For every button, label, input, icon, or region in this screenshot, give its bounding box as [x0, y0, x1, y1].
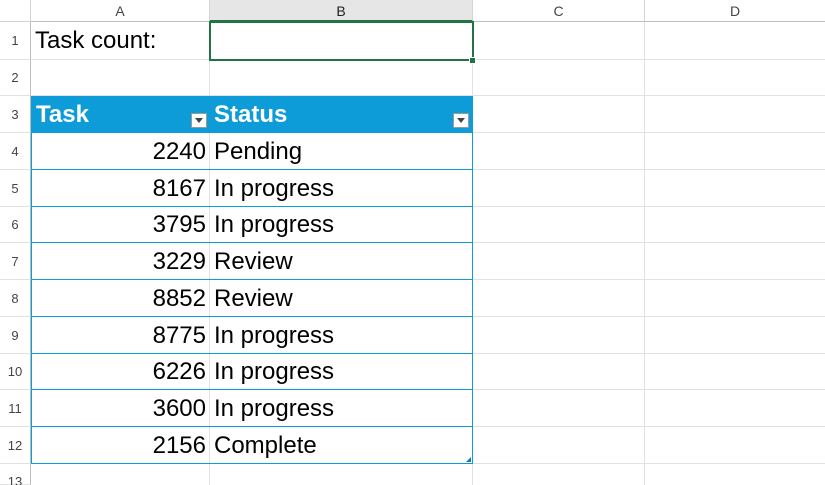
table-cell-status[interactable]: Complete	[210, 427, 472, 464]
table-cell-status[interactable]: In progress	[210, 207, 472, 243]
table-cell-task[interactable]: 8775	[32, 317, 210, 354]
spreadsheet: A B C D 1 2 3 4 5 6 7 8 9 10 11 12 13 Ta…	[0, 0, 825, 485]
column-header-d[interactable]: D	[645, 0, 825, 22]
row-header-8[interactable]: 8	[0, 280, 31, 317]
table-cell-status[interactable]: Review	[210, 243, 472, 280]
row-header-12[interactable]: 12	[0, 427, 31, 464]
table-cell-status[interactable]: In progress	[210, 170, 472, 207]
table-cell-task[interactable]: 3795	[32, 207, 210, 243]
table-header-status[interactable]: Status	[210, 96, 472, 133]
column-header-b[interactable]: B	[210, 0, 473, 22]
row-header-3[interactable]: 3	[0, 96, 31, 133]
column-header-c[interactable]: C	[473, 0, 645, 22]
row-header-13[interactable]: 13	[0, 464, 31, 485]
column-header-a[interactable]: A	[31, 0, 210, 22]
fill-handle[interactable]	[469, 57, 476, 64]
table-cell-status[interactable]: Review	[210, 280, 472, 317]
table-cell-task[interactable]: 2156	[32, 427, 210, 464]
chevron-down-icon	[457, 118, 465, 123]
table-cell-task[interactable]: 2240	[32, 133, 210, 170]
row-header-9[interactable]: 9	[0, 317, 31, 354]
row-header-7[interactable]: 7	[0, 243, 31, 280]
row-header-1[interactable]: 1	[0, 22, 31, 60]
active-cell-border	[209, 21, 474, 61]
filter-dropdown-button[interactable]	[453, 113, 469, 128]
table-cell-task[interactable]: 3229	[32, 243, 210, 280]
table-cell-status[interactable]: Pending	[210, 133, 472, 170]
row-header-5[interactable]: 5	[0, 170, 31, 207]
table-header-task[interactable]: Task	[32, 96, 210, 133]
table-cell-task[interactable]: 6226	[32, 354, 210, 390]
cell-a1[interactable]: Task count:	[31, 22, 210, 60]
table-cell-status[interactable]: In progress	[210, 390, 472, 427]
table-border	[472, 96, 473, 464]
filter-dropdown-button[interactable]	[191, 113, 207, 128]
table-cell-status[interactable]: In progress	[210, 354, 472, 390]
row-header-10[interactable]: 10	[0, 354, 31, 390]
row-header-6[interactable]: 6	[0, 207, 31, 243]
table-resize-handle[interactable]	[466, 457, 471, 462]
table-cell-task[interactable]: 8167	[32, 170, 210, 207]
select-all-corner[interactable]	[0, 0, 31, 22]
row-header-4[interactable]: 4	[0, 133, 31, 170]
row-header-11[interactable]: 11	[0, 390, 31, 427]
table-cell-status[interactable]: In progress	[210, 317, 472, 354]
table-cell-task[interactable]: 3600	[32, 390, 210, 427]
table-cell-task[interactable]: 8852	[32, 280, 210, 317]
chevron-down-icon	[195, 118, 203, 123]
gridline	[644, 22, 645, 485]
row-header-2[interactable]: 2	[0, 60, 31, 96]
